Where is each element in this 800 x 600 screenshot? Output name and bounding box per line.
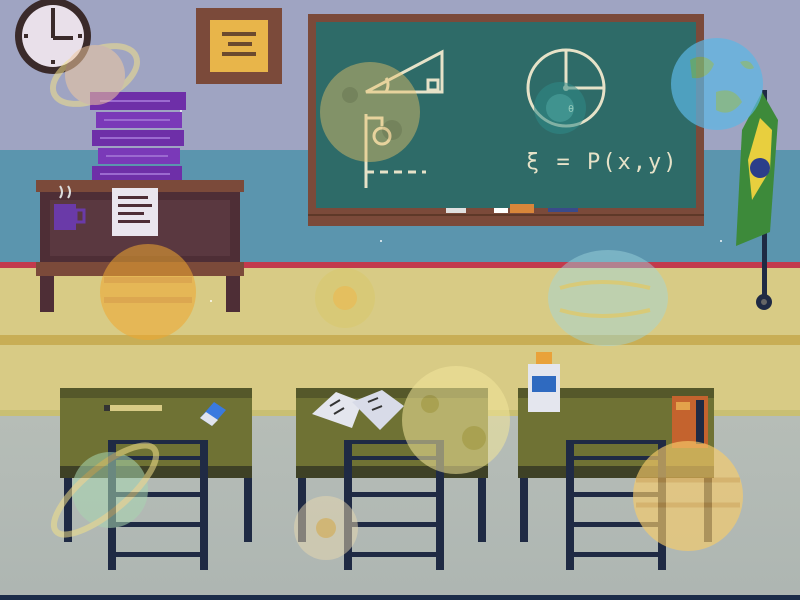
saturn-icon-top	[49, 43, 141, 107]
planets-layer	[49, 38, 763, 560]
sun-icon	[534, 82, 586, 134]
jupiter-icon	[548, 250, 668, 346]
saturn-icon-bottom	[50, 442, 160, 538]
jupiter-icon-2	[633, 441, 743, 551]
small-sun-icon	[315, 268, 375, 328]
venus-icon	[100, 244, 196, 340]
earth-icon	[671, 38, 763, 130]
moon-icon	[320, 62, 420, 162]
moon-icon-2	[402, 366, 510, 474]
classroom-scene: θ ξ = P(x,y)	[0, 0, 800, 600]
mercury-icon	[294, 496, 358, 560]
